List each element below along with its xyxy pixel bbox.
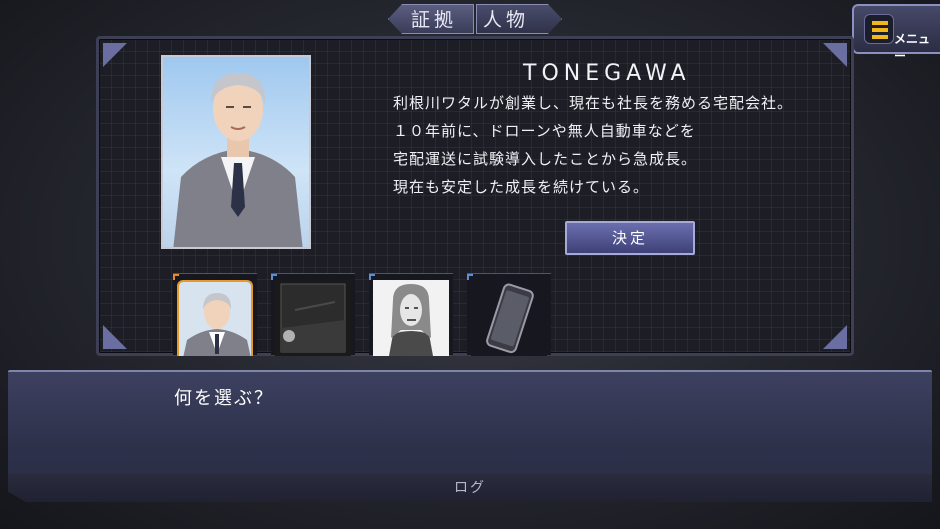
corner-decoration [823,43,847,67]
thumb-man-suit[interactable] [173,273,257,356]
menu-label: メニュー [894,32,931,63]
thumb-dark-street[interactable] [271,273,355,356]
corner-decoration [103,43,127,67]
character-portrait [161,55,311,249]
item-description: 利根川ワタルが創業し、現在も社長を務める宅配会社。 １０年前に、ドローンや無人自… [393,89,833,201]
corner-decoration [823,325,847,349]
description-line: 宅配運送に試験導入したことから急成長。 [393,150,698,168]
thumb-long-hair-man[interactable] [369,273,453,356]
description-line: 利根川ワタルが創業し、現在も社長を務める宅配会社。 [393,94,794,112]
thumb-man-suit-image [177,280,253,356]
list-menu-icon [864,14,894,44]
corner-mark [173,274,179,280]
corner-decoration [103,325,127,349]
thumb-smartphone-image [471,280,547,356]
evidence-thumbnail-list [173,273,551,356]
dialog-box: 何を選ぶ？ ログ [8,370,932,502]
tab-people[interactable]: 人物 [476,4,562,34]
description-line: １０年前に、ドローンや無人自動車などを [393,122,696,140]
dialog-text: 何を選ぶ？ [174,388,274,409]
item-title: TONEGAWA [523,61,691,86]
tab-evidence[interactable]: 証拠 [388,4,474,34]
thumb-dark-street-image [275,280,351,356]
thumb-smartphone[interactable] [467,273,551,356]
confirm-button[interactable]: 決定 [565,221,695,255]
detail-panel: TONEGAWA 利根川ワタルが創業し、現在も社長を務める宅配会社。 １０年前に… [96,36,854,356]
evidence-tabs: 証拠 人物 [388,4,562,34]
thumb-long-hair-man-image [373,280,449,356]
menu-button[interactable]: メニュー [852,4,940,63]
log-button[interactable]: ログ [8,474,932,502]
description-line: 現在も安定した成長を続けている。 [393,178,650,196]
